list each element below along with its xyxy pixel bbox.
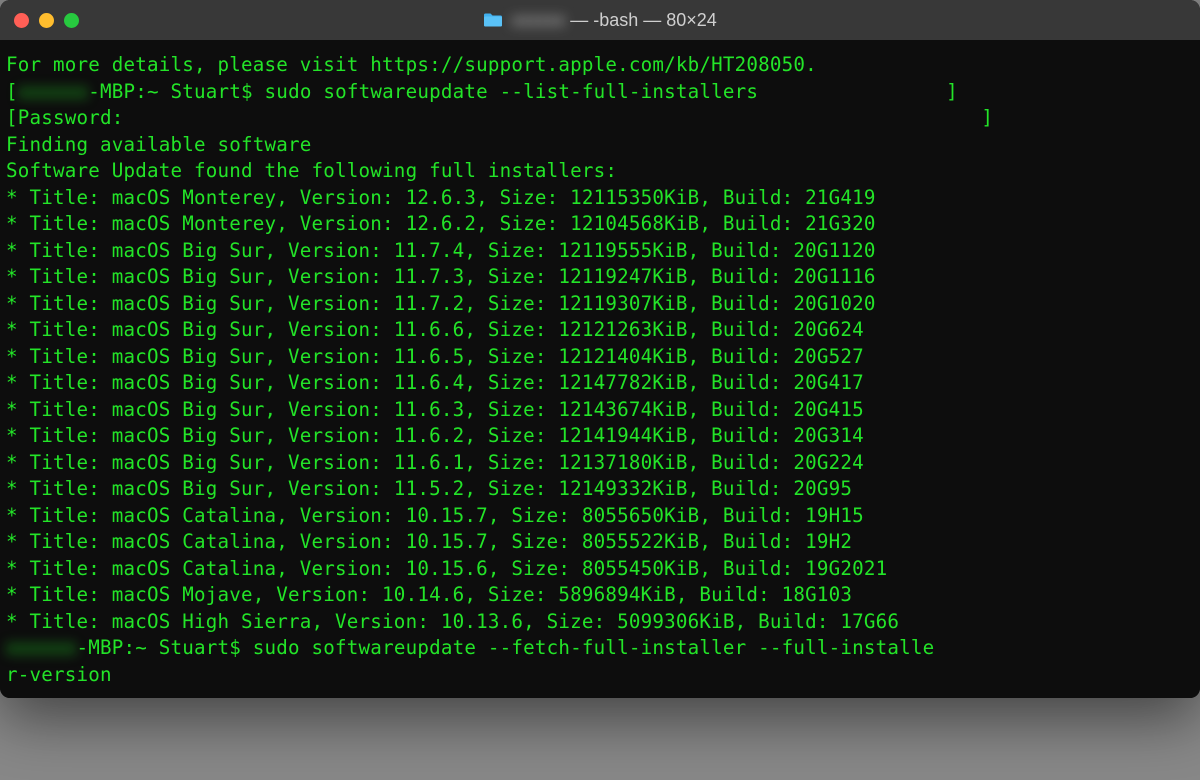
installer-row: * Title: macOS Big Sur, Version: 11.6.2,… bbox=[6, 423, 1194, 450]
installer-row: * Title: macOS High Sierra, Version: 10.… bbox=[6, 609, 1194, 636]
installer-row: * Title: macOS Big Sur, Version: 11.7.3,… bbox=[6, 264, 1194, 291]
title-suffix: — -bash — 80×24 bbox=[570, 10, 717, 30]
zoom-button[interactable] bbox=[64, 13, 79, 28]
installer-row: * Title: macOS Big Sur, Version: 11.6.5,… bbox=[6, 344, 1194, 371]
installer-row: * Title: macOS Catalina, Version: 10.15.… bbox=[6, 529, 1194, 556]
installer-row: * Title: macOS Big Sur, Version: 11.6.4,… bbox=[6, 370, 1194, 397]
installer-row: * Title: macOS Big Sur, Version: 11.6.3,… bbox=[6, 397, 1194, 424]
folder-icon bbox=[483, 12, 503, 28]
minimize-button[interactable] bbox=[39, 13, 54, 28]
window-title: xxxxxx — -bash — 80×24 bbox=[0, 10, 1200, 31]
installer-row: * Title: macOS Mojave, Version: 10.14.6,… bbox=[6, 582, 1194, 609]
installer-row: * Title: macOS Monterey, Version: 12.6.3… bbox=[6, 185, 1194, 212]
found-line: Software Update found the following full… bbox=[6, 158, 1194, 185]
installer-row: * Title: macOS Catalina, Version: 10.15.… bbox=[6, 503, 1194, 530]
terminal-window: xxxxxx — -bash — 80×24 For more details,… bbox=[0, 0, 1200, 698]
info-line: For more details, please visit https://s… bbox=[6, 52, 1194, 79]
traffic-lights bbox=[14, 13, 79, 28]
redacted-text: xxxxxx bbox=[18, 80, 89, 103]
prompt-cmd2-continued: r-version bbox=[6, 662, 1194, 689]
installer-row: * Title: macOS Big Sur, Version: 11.7.4,… bbox=[6, 238, 1194, 265]
installer-row: * Title: macOS Big Sur, Version: 11.5.2,… bbox=[6, 476, 1194, 503]
prompt-cmd1: [xxxxxx-MBP:~ Stuart$ sudo softwareupdat… bbox=[6, 79, 1194, 106]
finding-line: Finding available software bbox=[6, 132, 1194, 159]
title-redacted: xxxxxx bbox=[511, 10, 565, 30]
terminal-body[interactable]: For more details, please visit https://s… bbox=[0, 40, 1200, 698]
installer-row: * Title: macOS Big Sur, Version: 11.6.6,… bbox=[6, 317, 1194, 344]
prompt-cmd2: xxxxxx-MBP:~ Stuart$ sudo softwareupdate… bbox=[6, 635, 1194, 662]
password-line: [Password: ] bbox=[6, 105, 1194, 132]
title-bar[interactable]: xxxxxx — -bash — 80×24 bbox=[0, 0, 1200, 40]
installer-row: * Title: macOS Big Sur, Version: 11.7.2,… bbox=[6, 291, 1194, 318]
close-button[interactable] bbox=[14, 13, 29, 28]
redacted-text: xxxxxx bbox=[6, 636, 77, 659]
installer-row: * Title: macOS Monterey, Version: 12.6.2… bbox=[6, 211, 1194, 238]
installer-row: * Title: macOS Catalina, Version: 10.15.… bbox=[6, 556, 1194, 583]
installer-row: * Title: macOS Big Sur, Version: 11.6.1,… bbox=[6, 450, 1194, 477]
